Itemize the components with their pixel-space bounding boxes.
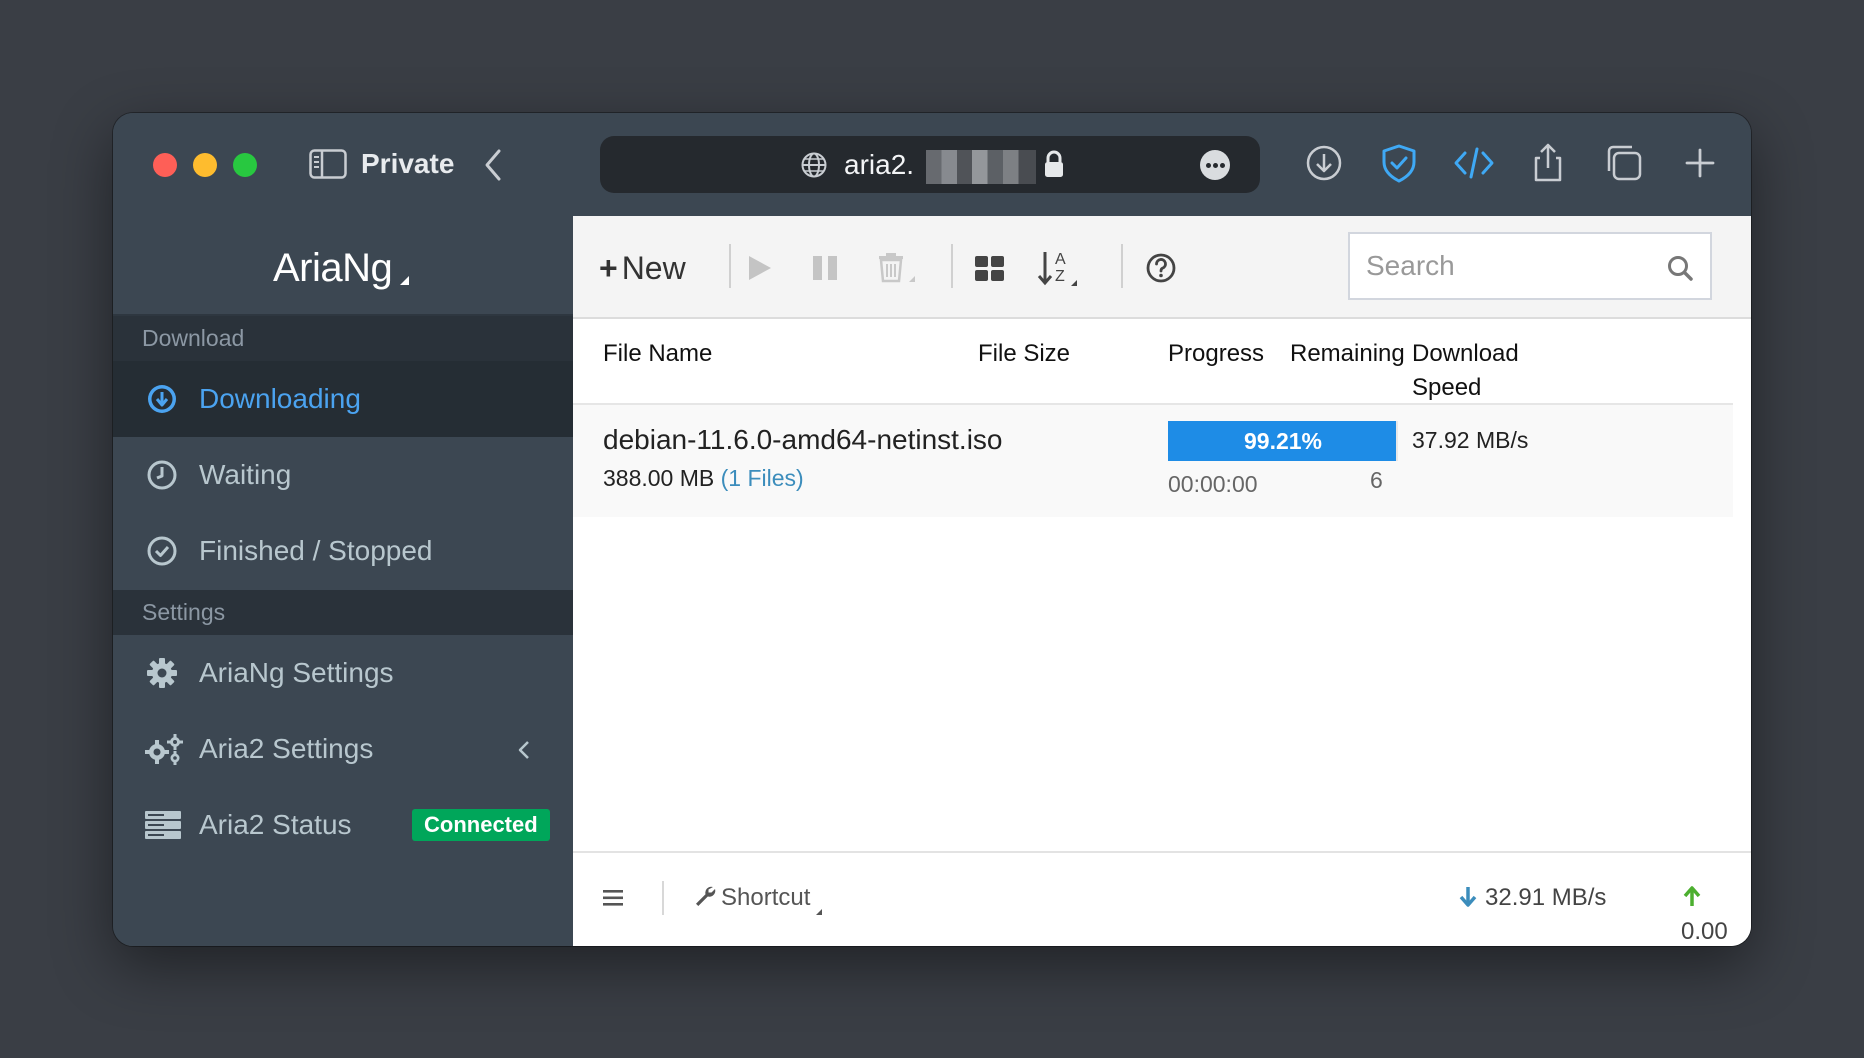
- download-speed: 37.92 MB/s: [1412, 427, 1529, 453]
- help-icon[interactable]: [1143, 246, 1179, 290]
- caret-icon: [816, 909, 823, 915]
- sidebar-item-ariang-settings[interactable]: AriaNg Settings: [113, 635, 573, 711]
- toolbar-divider: [729, 244, 731, 288]
- table-row[interactable]: debian-11.6.0-amd64-netinst.iso 388.00 M…: [573, 405, 1733, 517]
- status-footer: Shortcut 32.91 MB/s 0.00 B/s: [573, 851, 1751, 946]
- table-header: File Name File Size Progress Remaining D…: [573, 319, 1733, 405]
- server-icon: [145, 811, 181, 839]
- shortcut-button[interactable]: Shortcut: [693, 881, 823, 915]
- more-options-icon[interactable]: [1200, 150, 1230, 180]
- sidebar-item-waiting[interactable]: Waiting: [113, 437, 573, 513]
- grid-view-icon[interactable]: [973, 246, 1007, 290]
- arrow-down-icon: [1459, 887, 1477, 907]
- globe-icon: [801, 152, 827, 178]
- sidebar-item-downloading[interactable]: Downloading: [113, 361, 573, 437]
- global-download-speed: 32.91 MB/s: [1457, 881, 1606, 915]
- sidebar-item-finished-stopped[interactable]: Finished / Stopped: [113, 513, 573, 589]
- close-window-button[interactable]: [153, 153, 177, 177]
- search-box: [1348, 232, 1712, 300]
- sidebar-item-label: AriaNg Settings: [199, 657, 394, 688]
- new-tab-icon[interactable]: [1678, 141, 1722, 185]
- lock-icon: [1045, 150, 1063, 177]
- search-input[interactable]: [1366, 246, 1646, 286]
- download-icon[interactable]: [1302, 141, 1346, 185]
- column-progress[interactable]: Progress: [1168, 337, 1264, 371]
- shield-icon[interactable]: [1377, 141, 1421, 185]
- code-icon[interactable]: [1452, 141, 1496, 185]
- new-task-button[interactable]: + New: [599, 246, 686, 290]
- sidebar-item-label: Aria2 Status: [199, 809, 352, 840]
- caret-icon: [400, 276, 409, 285]
- gears-icon: [145, 734, 183, 765]
- file-size-value: 388.00 MB: [603, 465, 715, 491]
- url-text: aria2.: [844, 149, 915, 180]
- toolbar-divider: [1121, 244, 1123, 288]
- progress-percent: 99.21%: [1243, 428, 1322, 454]
- download-circle-icon: [148, 385, 176, 413]
- svg-text:Z: Z: [1055, 268, 1065, 285]
- global-download-speed-value: 32.91 MB/s: [1485, 884, 1607, 911]
- zoom-window-button[interactable]: [233, 153, 257, 177]
- file-size: 388.00 MB (1 Files): [603, 463, 804, 493]
- tabs-icon[interactable]: [1602, 141, 1646, 185]
- sidebar-item-label: Finished / Stopped: [199, 535, 433, 566]
- download-section-header: Download: [113, 316, 573, 361]
- files-link[interactable]: (1 Files): [721, 465, 804, 491]
- menu-icon[interactable]: [601, 887, 625, 909]
- global-upload-speed-value: 0.00 B/s: [1681, 918, 1728, 945]
- footer-divider: [662, 881, 664, 915]
- plus-icon: +: [599, 250, 618, 286]
- column-file-name[interactable]: File Name: [603, 337, 712, 371]
- sort-icon[interactable]: A Z: [1037, 246, 1083, 290]
- status-badge: Connected: [412, 809, 550, 841]
- toolbar-divider: [951, 244, 953, 288]
- app-sidebar: AriaNg Download Downloading Waiting Fini…: [113, 216, 573, 946]
- brand-logo: AriaNg: [273, 246, 393, 290]
- gear-icon: [147, 658, 177, 688]
- shortcut-label: Shortcut: [721, 884, 811, 911]
- arrow-up-icon: [1683, 886, 1701, 906]
- progress-bar: 99.21%: [1168, 421, 1398, 461]
- minimize-window-button[interactable]: [193, 153, 217, 177]
- global-upload-speed: 0.00 B/s: [1681, 881, 1751, 946]
- sidebar-toggle-icon[interactable]: [309, 149, 347, 179]
- back-icon[interactable]: [479, 147, 509, 183]
- share-icon[interactable]: [1526, 141, 1570, 185]
- clock-icon: [147, 460, 177, 490]
- address-bar[interactable]: aria2.: [600, 136, 1260, 193]
- settings-section-header: Settings: [113, 590, 573, 635]
- svg-text:A: A: [1055, 251, 1066, 268]
- task-toolbar: + New A Z Search: [573, 216, 1751, 319]
- column-label-line: Download: [1412, 340, 1519, 367]
- file-name[interactable]: debian-11.6.0-amd64-netinst.iso: [603, 423, 1003, 457]
- new-task-label: New: [621, 250, 686, 286]
- sidebar-item-aria2-settings[interactable]: Aria2 Settings: [113, 711, 573, 787]
- play-icon[interactable]: [743, 246, 775, 290]
- pause-icon[interactable]: [809, 246, 841, 290]
- remaining-time: 00:00:00: [1168, 471, 1258, 497]
- chevron-left-icon: [518, 741, 529, 759]
- search-icon[interactable]: [1666, 254, 1694, 282]
- brand-header[interactable]: AriaNg: [113, 216, 573, 316]
- sidebar-item-label: Waiting: [199, 459, 292, 490]
- main-content: + New A Z Search File Name File Size Pro…: [573, 216, 1751, 946]
- trash-icon[interactable]: [873, 246, 919, 290]
- column-download-speed[interactable]: Download Speed: [1412, 337, 1519, 405]
- browser-toolbar: Private aria2.: [113, 113, 1751, 216]
- sidebar-item-label: Downloading: [199, 383, 361, 414]
- wrench-icon: [696, 886, 716, 906]
- connections-count: 6: [1370, 467, 1383, 493]
- pixelated-url: [926, 150, 1036, 184]
- sidebar-item-aria2-status[interactable]: Aria2 Status Connected: [113, 787, 573, 863]
- column-file-size[interactable]: File Size: [978, 337, 1070, 371]
- check-circle-icon: [147, 536, 177, 566]
- browser-window: Private aria2. AriaNg Download Downloadi…: [113, 113, 1751, 946]
- sidebar-item-label: Aria2 Settings: [199, 733, 374, 764]
- column-label-line: Speed: [1412, 374, 1482, 401]
- column-remaining[interactable]: Remaining: [1290, 337, 1405, 371]
- private-mode-label: Private: [361, 148, 455, 179]
